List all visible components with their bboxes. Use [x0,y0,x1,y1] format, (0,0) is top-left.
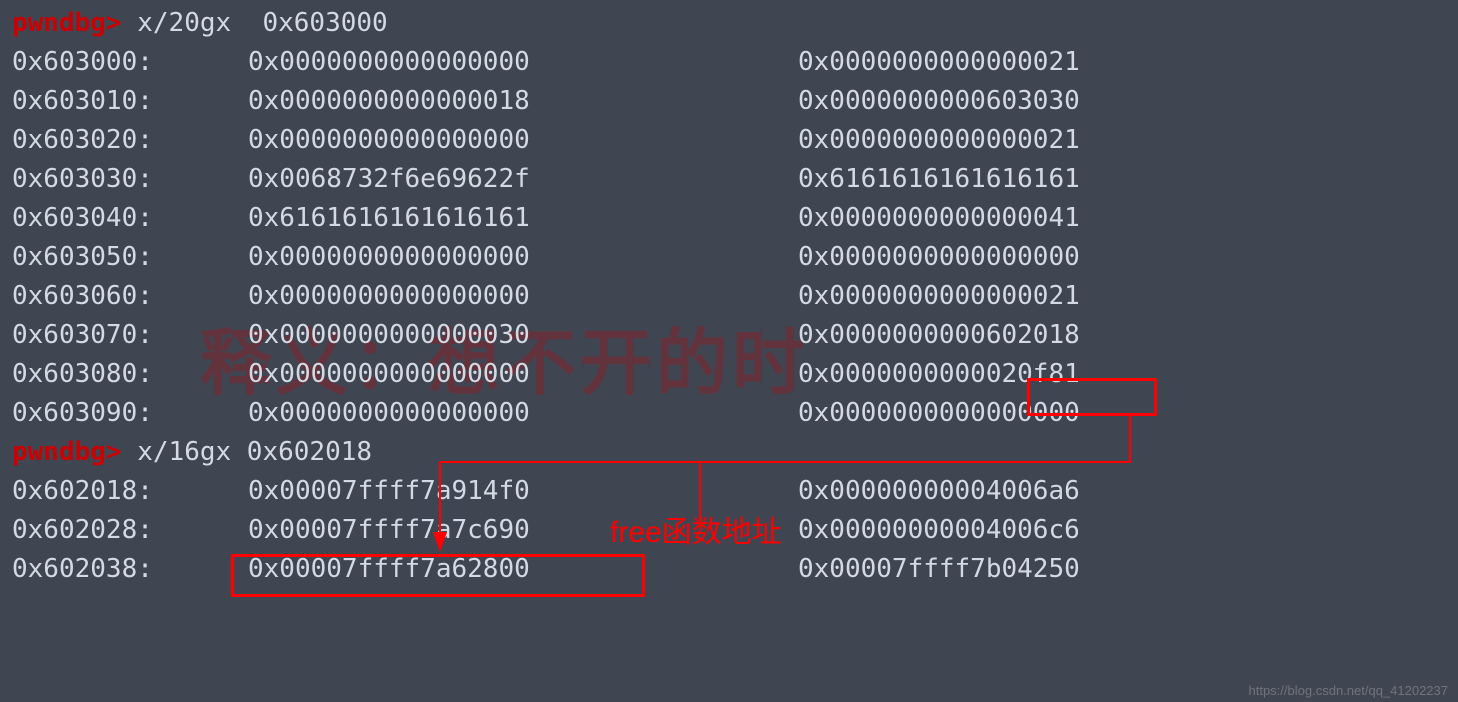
mem-val2: 0x0000000000000041 [798,199,1080,238]
mem-addr: 0x602028: [12,511,248,550]
command-line-1[interactable]: pwndbg> x/20gx 0x603000 [12,4,1446,43]
mem-addr: 0x603080: [12,355,248,394]
annotation-label: free函数地址 [610,510,782,555]
mem-addr: 0x603010: [12,82,248,121]
prompt: pwndbg> [12,433,137,472]
prompt: pwndbg> [12,4,137,43]
source-watermark: https://blog.csdn.net/qq_41202237 [1249,681,1449,701]
mem-val1: 0x0000000000000030 [248,316,798,355]
mem-val1: 0x0000000000000018 [248,82,798,121]
memory-row: 0x603050:0x00000000000000000x00000000000… [12,238,1446,277]
memory-row: 0x603040:0x61616161616161610x00000000000… [12,199,1446,238]
memory-row: 0x603010:0x00000000000000180x00000000006… [12,82,1446,121]
mem-val2: 0x0000000000603030 [798,82,1080,121]
command-line-2[interactable]: pwndbg> x/16gx 0x602018 [12,433,1446,472]
mem-val1: 0x0000000000000000 [248,43,798,82]
mem-addr: 0x603020: [12,121,248,160]
mem-val1: 0x0000000000000000 [248,355,798,394]
memory-row: 0x602038:0x00007ffff7a628000x00007ffff7b… [12,550,1446,589]
memory-row: 0x603090:0x00000000000000000x00000000000… [12,394,1446,433]
command-text: x/16gx 0x602018 [137,433,372,472]
mem-val1: 0x0000000000000000 [248,121,798,160]
mem-val1: 0x0000000000000000 [248,394,798,433]
mem-addr: 0x603060: [12,277,248,316]
mem-addr: 0x603040: [12,199,248,238]
mem-val2: 0x00000000004006c6 [798,511,1080,550]
memory-row: 0x603060:0x00000000000000000x00000000000… [12,277,1446,316]
mem-addr: 0x602038: [12,550,248,589]
mem-val1: 0x6161616161616161 [248,199,798,238]
mem-val2: 0x00007ffff7b04250 [798,550,1080,589]
memory-row: 0x602018:0x00007ffff7a914f00x00000000004… [12,472,1446,511]
terminal-output: pwndbg> x/20gx 0x603000 0x603000:0x00000… [0,0,1458,593]
mem-val2: 0x0000000000602018 [798,316,1080,355]
mem-val1: 0x0000000000000000 [248,238,798,277]
mem-val2: 0x0000000000000021 [798,43,1080,82]
mem-addr: 0x603000: [12,43,248,82]
memory-row: 0x603000:0x00000000000000000x00000000000… [12,43,1446,82]
mem-val1: 0x00007ffff7a914f0 [248,472,798,511]
command-text: x/20gx 0x603000 [137,4,387,43]
memory-row: 0x603080:0x00000000000000000x00000000000… [12,355,1446,394]
annotation-box-address [1027,378,1157,416]
mem-val2: 0x0000000000000021 [798,121,1080,160]
memory-row: 0x603070:0x00000000000000300x00000000006… [12,316,1446,355]
mem-val2: 0x00000000004006a6 [798,472,1080,511]
mem-val2: 0x0000000000000000 [798,238,1080,277]
mem-val1: 0x0068732f6e69622f [248,160,798,199]
mem-addr: 0x602018: [12,472,248,511]
annotation-box-value [231,554,645,597]
mem-val1: 0x0000000000000000 [248,277,798,316]
memory-row: 0x603020:0x00000000000000000x00000000000… [12,121,1446,160]
mem-addr: 0x603030: [12,160,248,199]
mem-addr: 0x603090: [12,394,248,433]
memory-row: 0x603030:0x0068732f6e69622f0x61616161616… [12,160,1446,199]
mem-val2: 0x0000000000000021 [798,277,1080,316]
mem-val2: 0x6161616161616161 [798,160,1080,199]
mem-addr: 0x603050: [12,238,248,277]
mem-addr: 0x603070: [12,316,248,355]
